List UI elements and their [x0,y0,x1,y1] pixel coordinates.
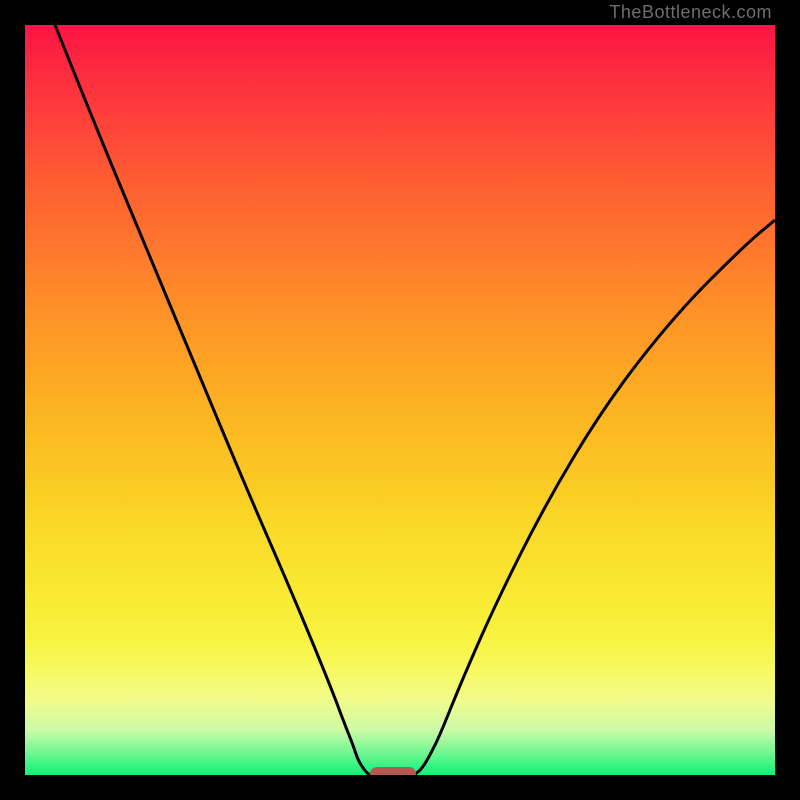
optimal-marker [370,767,416,775]
watermark-text: TheBottleneck.com [609,2,772,23]
marker-layer [25,25,775,775]
chart-container: TheBottleneck.com [0,0,800,800]
